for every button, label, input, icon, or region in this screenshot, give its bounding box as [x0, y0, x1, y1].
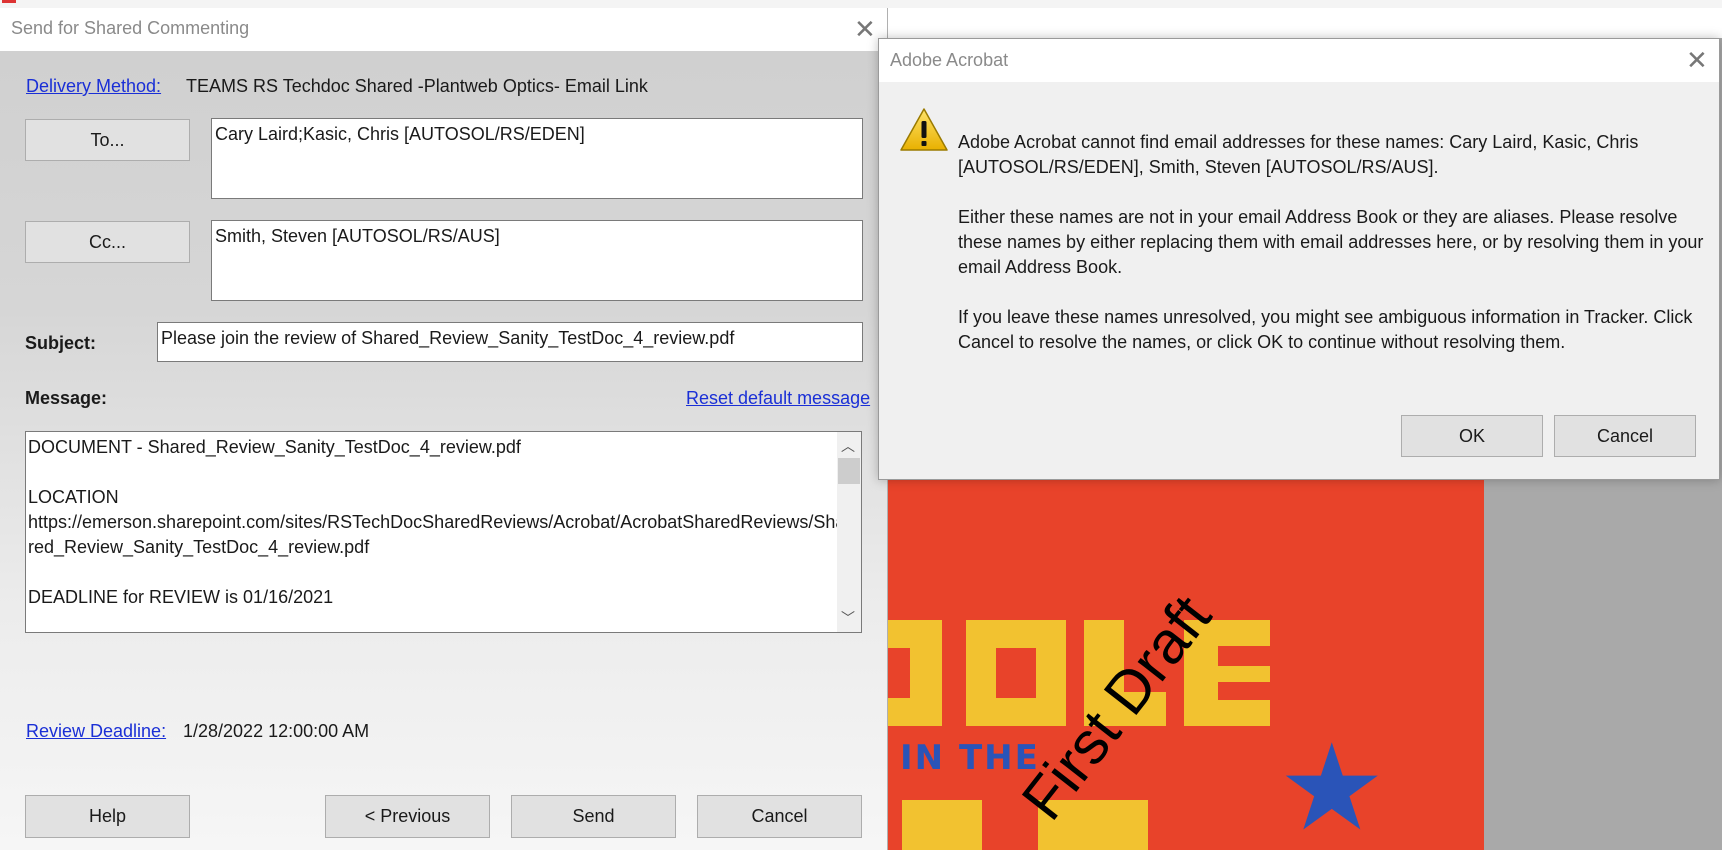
alert-paragraph: If you leave these names unresolved, you… [958, 307, 1693, 352]
send-shared-commenting-dialog: Send for Shared Commenting ✕ Delivery Me… [0, 8, 888, 850]
scroll-up-icon[interactable]: ︿ [841, 436, 855, 456]
subject-field[interactable]: Please join the review of Shared_Review_… [157, 322, 863, 362]
message-line: DEADLINE for REVIEW is 01/16/2021 [28, 587, 334, 607]
message-line: red_Review_Sanity_TestDoc_4_review.pdf [28, 537, 370, 557]
background-title-strip [0, 0, 1722, 8]
dialog-title-bar: Send for Shared Commenting ✕ [0, 8, 887, 51]
close-icon[interactable]: ✕ [1686, 47, 1708, 73]
help-button[interactable]: Help [25, 795, 190, 838]
to-button[interactable]: To... [25, 119, 190, 161]
dialog-title: Send for Shared Commenting [11, 18, 250, 38]
alert-cancel-button[interactable]: Cancel [1554, 415, 1696, 457]
review-deadline-link[interactable]: Review Deadline: [26, 721, 166, 742]
alert-paragraph: Adobe Acrobat cannot find email addresse… [958, 132, 1639, 177]
previous-button[interactable]: < Previous [325, 795, 490, 838]
cc-field[interactable]: Smith, Steven [AUTOSOL/RS/AUS] [211, 220, 863, 301]
alert-title-bar: Adobe Acrobat ✕ [879, 39, 1719, 82]
send-button[interactable]: Send [511, 795, 676, 838]
cover-letter-cut [1218, 682, 1270, 700]
cover-letter-cut [888, 648, 910, 698]
cover-text: IN THE [900, 738, 1040, 778]
cc-button[interactable]: Cc... [25, 221, 190, 263]
alert-paragraph: Either these names are not in your email… [958, 207, 1704, 277]
message-text: DOCUMENT - Shared_Review_Sanity_TestDoc_… [28, 435, 846, 610]
scroll-thumb[interactable] [838, 458, 860, 484]
message-line [28, 460, 838, 485]
message-line: DOCUMENT - Shared_Review_Sanity_TestDoc_… [28, 437, 521, 457]
document-page: IN THE ★ First Draft [888, 470, 1484, 850]
message-textarea[interactable]: DOCUMENT - Shared_Review_Sanity_TestDoc_… [25, 431, 862, 633]
message-line: https://emerson.sharepoint.com/sites/RST… [28, 512, 846, 532]
subject-label: Subject: [25, 333, 97, 353]
delivery-method-value: TEAMS RS Techdoc Shared -Plantweb Optics… [186, 76, 648, 96]
alert-message: Adobe Acrobat cannot find email addresse… [958, 130, 1708, 380]
message-scrollbar[interactable]: ︿ ﹀ [837, 432, 861, 632]
scroll-down-icon[interactable]: ﹀ [841, 608, 855, 628]
cover-letter-cut [1218, 646, 1270, 666]
review-deadline-value: 1/28/2022 12:00:00 AM [183, 721, 370, 741]
close-icon[interactable]: ✕ [854, 16, 876, 42]
message-line: LOCATION [28, 487, 119, 507]
message-line [28, 560, 838, 585]
ok-button[interactable]: OK [1401, 415, 1543, 457]
cover-letter-shape [902, 800, 982, 850]
adobe-acrobat-alert-dialog: Adobe Acrobat ✕ Adobe Acrobat cannot fin… [878, 38, 1720, 480]
delivery-method-link[interactable]: Delivery Method: [26, 76, 161, 97]
star-icon: ★ [1278, 721, 1386, 850]
message-label: Message: [25, 388, 108, 408]
alert-title: Adobe Acrobat [890, 50, 1009, 70]
warning-icon [900, 108, 948, 151]
reset-default-message-link[interactable]: Reset default message [686, 388, 870, 409]
app-icon [2, 0, 16, 3]
cancel-button[interactable]: Cancel [697, 795, 862, 838]
to-field[interactable]: Cary Laird;Kasic, Chris [AUTOSOL/RS/EDEN… [211, 118, 863, 199]
cover-letter-cut [996, 648, 1036, 698]
document-toolbar-strip [888, 8, 1722, 38]
